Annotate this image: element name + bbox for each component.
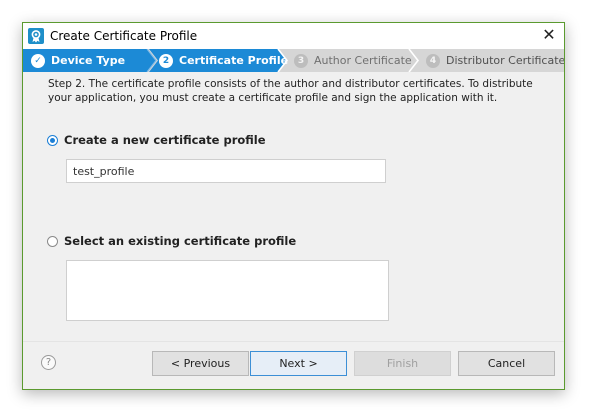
finish-button: Finish xyxy=(354,351,451,376)
profile-name-input[interactable] xyxy=(66,159,386,183)
select-existing-radio[interactable] xyxy=(47,235,58,247)
select-existing-profile-option[interactable]: Select an existing certificate profile xyxy=(47,234,296,248)
cancel-button[interactable]: Cancel xyxy=(458,351,555,376)
create-new-radio[interactable] xyxy=(47,134,58,146)
previous-button[interactable]: < Previous xyxy=(152,351,249,376)
create-new-label: Create a new certificate profile xyxy=(64,133,266,147)
step-description: Step 2. The certificate profile consists… xyxy=(48,78,533,104)
step-3-number-badge: 3 xyxy=(294,53,308,68)
existing-profile-list[interactable] xyxy=(66,260,389,321)
window-title: Create Certificate Profile xyxy=(50,29,198,43)
certificate-app-icon xyxy=(28,28,44,44)
wizard-step-label: Certificate Profile xyxy=(179,54,289,67)
create-certificate-profile-dialog: Create Certificate Profile ✕ ✓ Device Ty… xyxy=(22,22,565,390)
next-button[interactable]: Next > xyxy=(250,351,347,376)
footer-divider xyxy=(23,341,564,342)
select-existing-label: Select an existing certificate profile xyxy=(64,234,297,248)
step-4-number-badge: 4 xyxy=(426,53,440,68)
wizard-progress-bar: ✓ Device Type 2 Certificate Profile 3 Au… xyxy=(23,49,564,72)
step-2-number-badge: 2 xyxy=(159,53,173,68)
wizard-step-distributor-certificate: 4 Distributor Certificate xyxy=(426,49,564,72)
wizard-step-certificate-profile: 2 Certificate Profile xyxy=(159,49,288,72)
step-1-check-icon: ✓ xyxy=(31,53,45,68)
create-new-profile-option[interactable]: Create a new certificate profile xyxy=(47,133,266,147)
wizard-step-label: Distributor Certificate xyxy=(446,54,564,67)
wizard-step-device-type: ✓ Device Type xyxy=(31,49,125,72)
help-icon[interactable]: ? xyxy=(41,355,56,370)
wizard-step-label: Device Type xyxy=(51,54,126,67)
title-bar: Create Certificate Profile ✕ xyxy=(23,23,564,49)
wizard-step-label: Author Certificate xyxy=(314,54,412,67)
close-button[interactable]: ✕ xyxy=(538,24,560,46)
wizard-step-author-certificate: 3 Author Certificate xyxy=(294,49,412,72)
